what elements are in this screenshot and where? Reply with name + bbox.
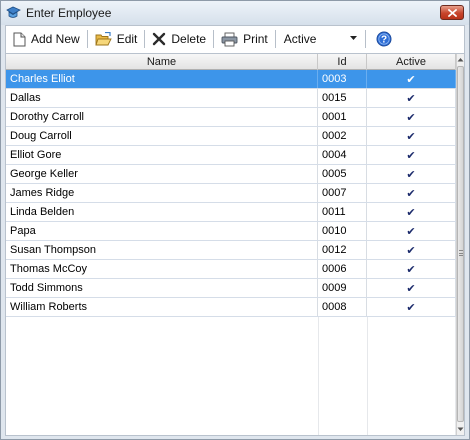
active-checkmark-icon[interactable]: ✔ — [367, 298, 456, 316]
help-icon: ? — [376, 31, 392, 47]
employee-name-cell[interactable]: George Keller — [6, 165, 318, 183]
enter-employee-window: Enter Employee Add New Edit Delete Print… — [0, 0, 470, 440]
employee-name-cell[interactable]: Charles Elliot — [6, 70, 318, 88]
table-row[interactable]: Doug Carroll 0002 ✔ — [6, 127, 456, 146]
print-button[interactable]: Print — [218, 28, 271, 50]
employee-id-cell[interactable]: 0004 — [318, 146, 367, 164]
add-new-label: Add New — [31, 32, 80, 46]
client-area: Add New Edit Delete Print Active ? Name … — [5, 25, 465, 436]
table-row[interactable]: Charles Elliot 0003 ✔ — [6, 70, 456, 89]
table-row[interactable]: James Ridge 0007 ✔ — [6, 184, 456, 203]
employee-name-cell[interactable]: Todd Simmons — [6, 279, 318, 297]
toolbar-separator — [144, 30, 146, 48]
scroll-up-arrow-icon[interactable] — [457, 56, 464, 64]
grid-header: Name Id Active — [6, 54, 456, 70]
column-header-active[interactable]: Active — [367, 54, 456, 70]
employee-name-cell[interactable]: James Ridge — [6, 184, 318, 202]
employee-id-cell[interactable]: 0011 — [318, 203, 367, 221]
toolbar-separator — [213, 30, 215, 48]
chevron-down-icon — [349, 36, 357, 40]
printer-icon — [221, 32, 238, 46]
scrollbar-grip — [459, 250, 463, 256]
help-button[interactable]: ? — [376, 31, 392, 47]
table-row[interactable]: Dallas 0015 ✔ — [6, 89, 456, 108]
active-checkmark-icon[interactable]: ✔ — [367, 146, 456, 164]
table-row[interactable]: William Roberts 0008 ✔ — [6, 298, 456, 317]
column-divider — [318, 317, 319, 435]
active-filter-dropdown[interactable]: Active — [281, 29, 361, 49]
employee-name-cell[interactable]: Dallas — [6, 89, 318, 107]
vertical-scrollbar[interactable] — [456, 54, 464, 435]
toolbar-separator — [364, 30, 366, 48]
employee-app-icon — [5, 5, 21, 21]
employee-name-cell[interactable]: Papa — [6, 222, 318, 240]
active-checkmark-icon[interactable]: ✔ — [367, 184, 456, 202]
scroll-down-arrow-icon[interactable] — [457, 425, 464, 433]
delete-button[interactable]: Delete — [149, 28, 209, 50]
grid-rows: Charles Elliot 0003 ✔ Dallas 0015 ✔ Dorothy Ca… — [6, 70, 456, 317]
active-checkmark-icon[interactable]: ✔ — [367, 89, 456, 107]
window-title: Enter Employee — [26, 6, 112, 20]
new-document-icon — [13, 32, 26, 46]
table-row[interactable]: Elliot Gore 0004 ✔ — [6, 146, 456, 165]
edit-label: Edit — [116, 32, 138, 46]
active-checkmark-icon[interactable]: ✔ — [367, 203, 456, 221]
employee-id-cell[interactable]: 0008 — [318, 298, 367, 316]
employee-name-cell[interactable]: Doug Carroll — [6, 127, 318, 145]
svg-text:?: ? — [381, 35, 387, 46]
employee-name-cell[interactable]: Dorothy Carroll — [6, 108, 318, 126]
employee-name-cell[interactable]: Linda Belden — [6, 203, 318, 221]
delete-label: Delete — [171, 32, 207, 46]
employee-grid: Name Id Active Charles Elliot 0003 ✔ Dallas… — [6, 53, 464, 435]
print-label: Print — [243, 32, 268, 46]
employee-id-cell[interactable]: 0007 — [318, 184, 367, 202]
employee-name-cell[interactable]: Elliot Gore — [6, 146, 318, 164]
employee-id-cell[interactable]: 0001 — [318, 108, 367, 126]
close-button[interactable] — [440, 5, 464, 20]
table-row[interactable]: Dorothy Carroll 0001 ✔ — [6, 108, 456, 127]
active-checkmark-icon[interactable]: ✔ — [367, 127, 456, 145]
grid-empty-area — [6, 317, 456, 435]
active-checkmark-icon[interactable]: ✔ — [367, 70, 456, 88]
toolbar: Add New Edit Delete Print Active ? — [6, 26, 464, 52]
column-header-id[interactable]: Id — [318, 54, 367, 70]
title-bar[interactable]: Enter Employee — [1, 1, 469, 25]
table-row[interactable]: Papa 0010 ✔ — [6, 222, 456, 241]
active-checkmark-icon[interactable]: ✔ — [367, 222, 456, 240]
employee-name-cell[interactable]: William Roberts — [6, 298, 318, 316]
employee-id-cell[interactable]: 0012 — [318, 241, 367, 259]
employee-id-cell[interactable]: 0009 — [318, 279, 367, 297]
employee-id-cell[interactable]: 0015 — [318, 89, 367, 107]
active-checkmark-icon[interactable]: ✔ — [367, 260, 456, 278]
column-divider — [367, 317, 368, 435]
employee-name-cell[interactable]: Thomas McCoy — [6, 260, 318, 278]
table-row[interactable]: Linda Belden 0011 ✔ — [6, 203, 456, 222]
open-folder-icon — [95, 32, 112, 46]
edit-button[interactable]: Edit — [92, 28, 141, 50]
employee-name-cell[interactable]: Susan Thompson — [6, 241, 318, 259]
active-checkmark-icon[interactable]: ✔ — [367, 108, 456, 126]
employee-id-cell[interactable]: 0003 — [318, 70, 367, 88]
add-new-button[interactable]: Add New — [10, 28, 83, 50]
table-row[interactable]: Todd Simmons 0009 ✔ — [6, 279, 456, 298]
table-row[interactable]: Susan Thompson 0012 ✔ — [6, 241, 456, 260]
active-checkmark-icon[interactable]: ✔ — [367, 165, 456, 183]
active-checkmark-icon[interactable]: ✔ — [367, 279, 456, 297]
employee-id-cell[interactable]: 0005 — [318, 165, 367, 183]
column-header-name[interactable]: Name — [6, 54, 318, 70]
active-checkmark-icon[interactable]: ✔ — [367, 241, 456, 259]
scrollbar-thumb[interactable] — [457, 66, 464, 422]
employee-id-cell[interactable]: 0006 — [318, 260, 367, 278]
filter-value: Active — [283, 32, 317, 46]
delete-x-icon — [153, 32, 166, 46]
table-row[interactable]: George Keller 0005 ✔ — [6, 165, 456, 184]
close-icon — [447, 8, 457, 17]
toolbar-separator — [86, 30, 88, 48]
employee-id-cell[interactable]: 0002 — [318, 127, 367, 145]
table-row[interactable]: Thomas McCoy 0006 ✔ — [6, 260, 456, 279]
employee-id-cell[interactable]: 0010 — [318, 222, 367, 240]
toolbar-separator — [274, 30, 276, 48]
